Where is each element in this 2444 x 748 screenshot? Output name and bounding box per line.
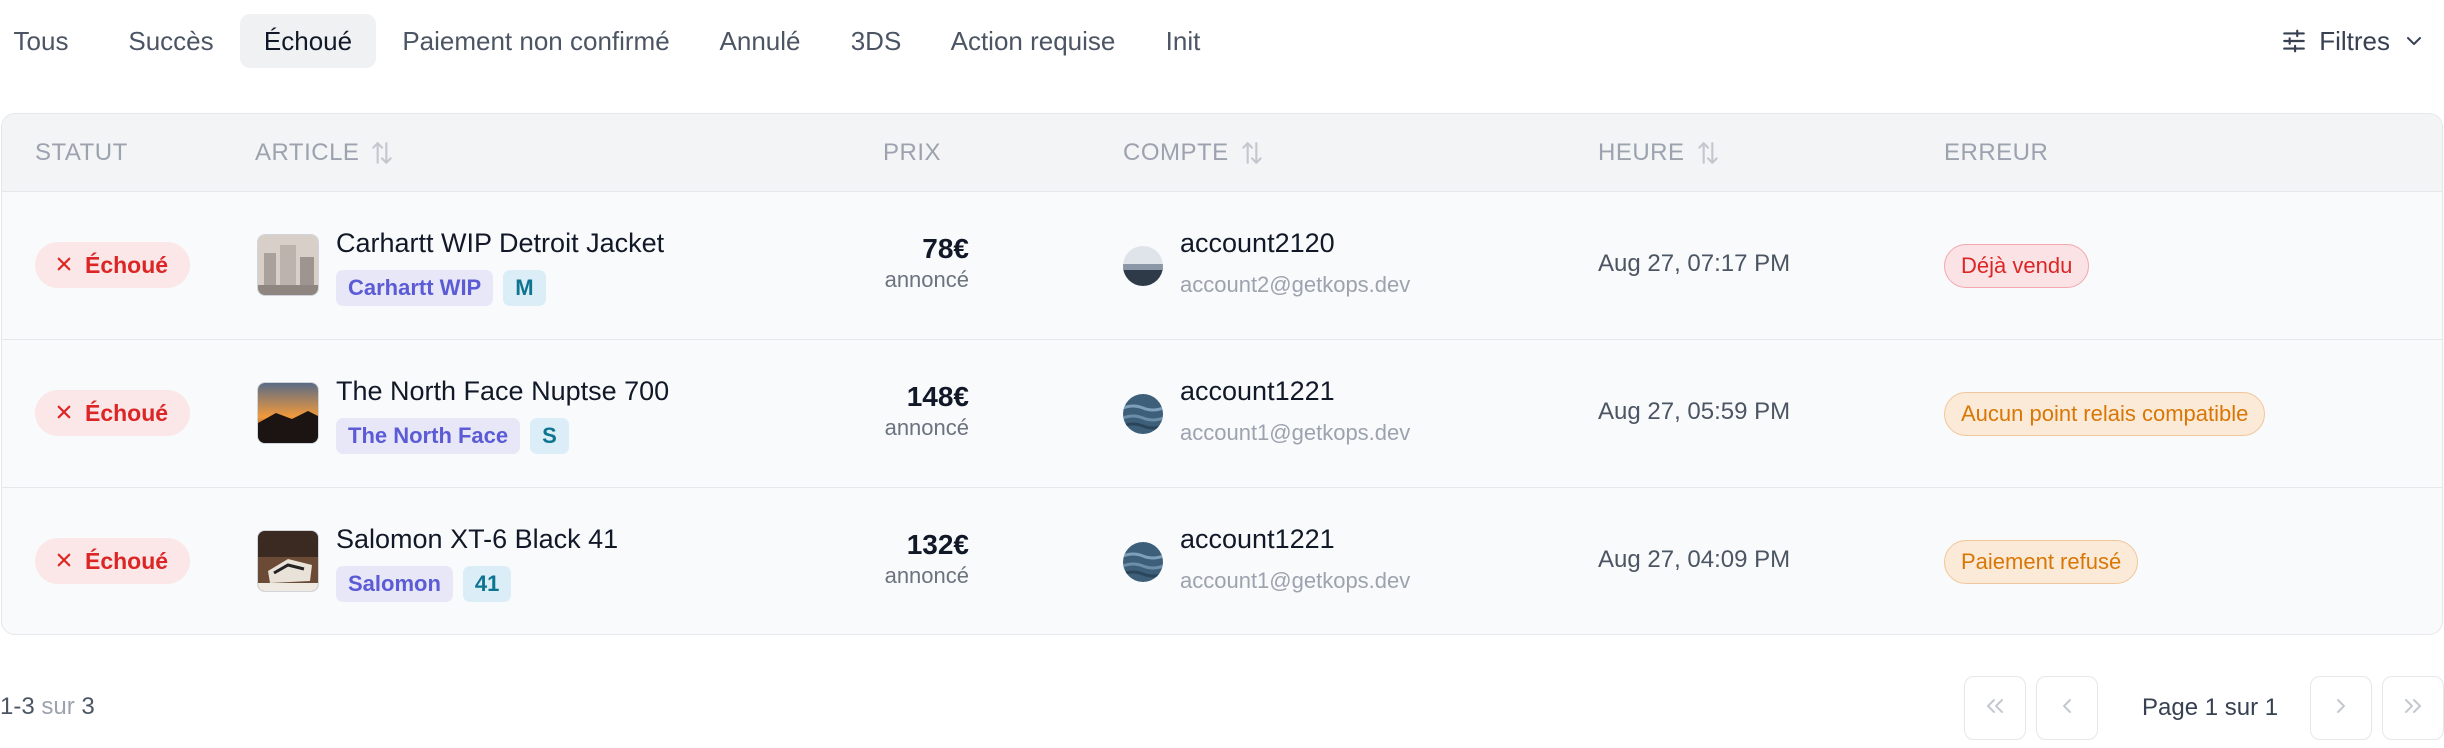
status-badge: Échoué xyxy=(35,538,191,584)
size-chip: M xyxy=(503,270,546,306)
size-chip: 41 xyxy=(462,566,512,602)
tab-3ds[interactable]: 3DS xyxy=(838,14,914,68)
item-name: Carhartt WIP Detroit Jacket xyxy=(336,228,665,258)
price-subtext: annoncé xyxy=(884,415,969,440)
avatar xyxy=(1123,394,1163,434)
price-cell: 78€ annoncé xyxy=(885,232,969,294)
tab-action-requise[interactable]: Action requise xyxy=(938,14,1128,68)
prev-page-button[interactable] xyxy=(2036,676,2098,740)
item-name: The North Face Nuptse 700 xyxy=(336,376,670,406)
tab-init[interactable]: Init xyxy=(1152,14,1214,68)
brand-chip: The North Face xyxy=(336,418,521,454)
account-name: account2120 xyxy=(1180,228,1335,258)
item-name: Salomon XT-6 Black 41 xyxy=(336,524,619,554)
filters-label: Filtres xyxy=(2319,25,2390,56)
chevrons-right-icon xyxy=(2401,694,2425,723)
chevron-down-icon xyxy=(2402,29,2426,53)
price-cell: 132€ annoncé xyxy=(885,528,969,590)
sort-icon[interactable] xyxy=(1695,140,1721,166)
sliders-icon xyxy=(2281,28,2307,54)
results-count: 1-3 sur 3 xyxy=(0,693,95,720)
tab-annule[interactable]: Annulé xyxy=(706,14,814,68)
table-row[interactable]: Échoué The North Face Nuptse 700 The Nor… xyxy=(2,340,2442,488)
header-article[interactable]: ARTICLE xyxy=(255,114,395,192)
item-tags: The North Face S xyxy=(336,418,569,454)
tab-echoue[interactable]: Échoué xyxy=(240,14,376,68)
price-subtext: annoncé xyxy=(884,563,969,588)
sort-icon[interactable] xyxy=(1239,140,1265,166)
close-icon xyxy=(55,252,73,279)
brand-chip: Carhartt WIP xyxy=(336,270,494,306)
transactions-table: STATUT ARTICLE PRIX COMPTE HEURE ERREUR xyxy=(1,113,2443,635)
price-subtext: annoncé xyxy=(884,267,969,292)
tab-tous[interactable]: Tous xyxy=(8,14,74,68)
avatar xyxy=(1123,246,1163,286)
last-page-button[interactable] xyxy=(2382,676,2444,740)
account-name: account1221 xyxy=(1180,376,1335,406)
pagination: Page 1 sur 1 xyxy=(1964,676,2444,740)
tab-paiement-non-confirme[interactable]: Paiement non confirmé xyxy=(390,14,682,68)
price-cell: 148€ annoncé xyxy=(885,380,969,442)
timestamp: Aug 27, 05:59 PM xyxy=(1598,398,1791,425)
sort-icon[interactable] xyxy=(369,140,395,166)
close-icon xyxy=(55,548,73,575)
item-thumbnail xyxy=(257,234,319,296)
timestamp: Aug 27, 04:09 PM xyxy=(1598,546,1791,573)
status-badge: Échoué xyxy=(35,242,191,288)
price-value: 78€ xyxy=(922,233,969,264)
header-statut: STATUT xyxy=(35,139,128,166)
close-icon xyxy=(55,400,73,427)
chevron-left-icon xyxy=(2055,694,2079,723)
page-indicator: Page 1 sur 1 xyxy=(2142,694,2279,721)
table-header: STATUT ARTICLE PRIX COMPTE HEURE ERREUR xyxy=(2,114,2442,192)
header-erreur: ERREUR xyxy=(1944,139,2049,166)
price-value: 132€ xyxy=(906,529,969,560)
header-prix: PRIX xyxy=(883,139,942,166)
header-heure[interactable]: HEURE xyxy=(1598,114,1721,192)
timestamp: Aug 27, 07:17 PM xyxy=(1598,250,1791,277)
avatar xyxy=(1123,542,1163,582)
brand-chip: Salomon xyxy=(336,566,453,602)
item-tags: Carhartt WIP M xyxy=(336,270,546,306)
size-chip: S xyxy=(530,418,569,454)
account-email: account1@getkops.dev xyxy=(1180,568,1411,593)
table-row[interactable]: Échoué Salomon XT-6 Black 41 Salomon 41 … xyxy=(2,488,2442,634)
status-tabs: Tous Succès Échoué Paiement non confirmé… xyxy=(0,14,2444,68)
error-badge: Déjà vendu xyxy=(1944,244,2090,288)
status-badge: Échoué xyxy=(35,390,191,436)
account-email: account1@getkops.dev xyxy=(1180,420,1411,445)
item-thumbnail xyxy=(257,530,319,592)
error-badge: Paiement refusé xyxy=(1944,540,2139,584)
filters-button[interactable]: Filtres xyxy=(2281,14,2426,68)
table-row[interactable]: Échoué Carhartt WIP Detroit Jacket Carha… xyxy=(2,192,2442,340)
price-value: 148€ xyxy=(906,381,969,412)
error-badge: Aucun point relais compatible xyxy=(1944,392,2266,436)
header-compte[interactable]: COMPTE xyxy=(1123,114,1265,192)
chevrons-left-icon xyxy=(1983,694,2007,723)
tab-succes[interactable]: Succès xyxy=(112,14,230,68)
account-email: account2@getkops.dev xyxy=(1180,272,1411,297)
next-page-button[interactable] xyxy=(2310,676,2372,740)
chevron-right-icon xyxy=(2329,694,2353,723)
item-thumbnail xyxy=(257,382,319,444)
account-name: account1221 xyxy=(1180,524,1335,554)
item-tags: Salomon 41 xyxy=(336,566,512,602)
first-page-button[interactable] xyxy=(1964,676,2026,740)
